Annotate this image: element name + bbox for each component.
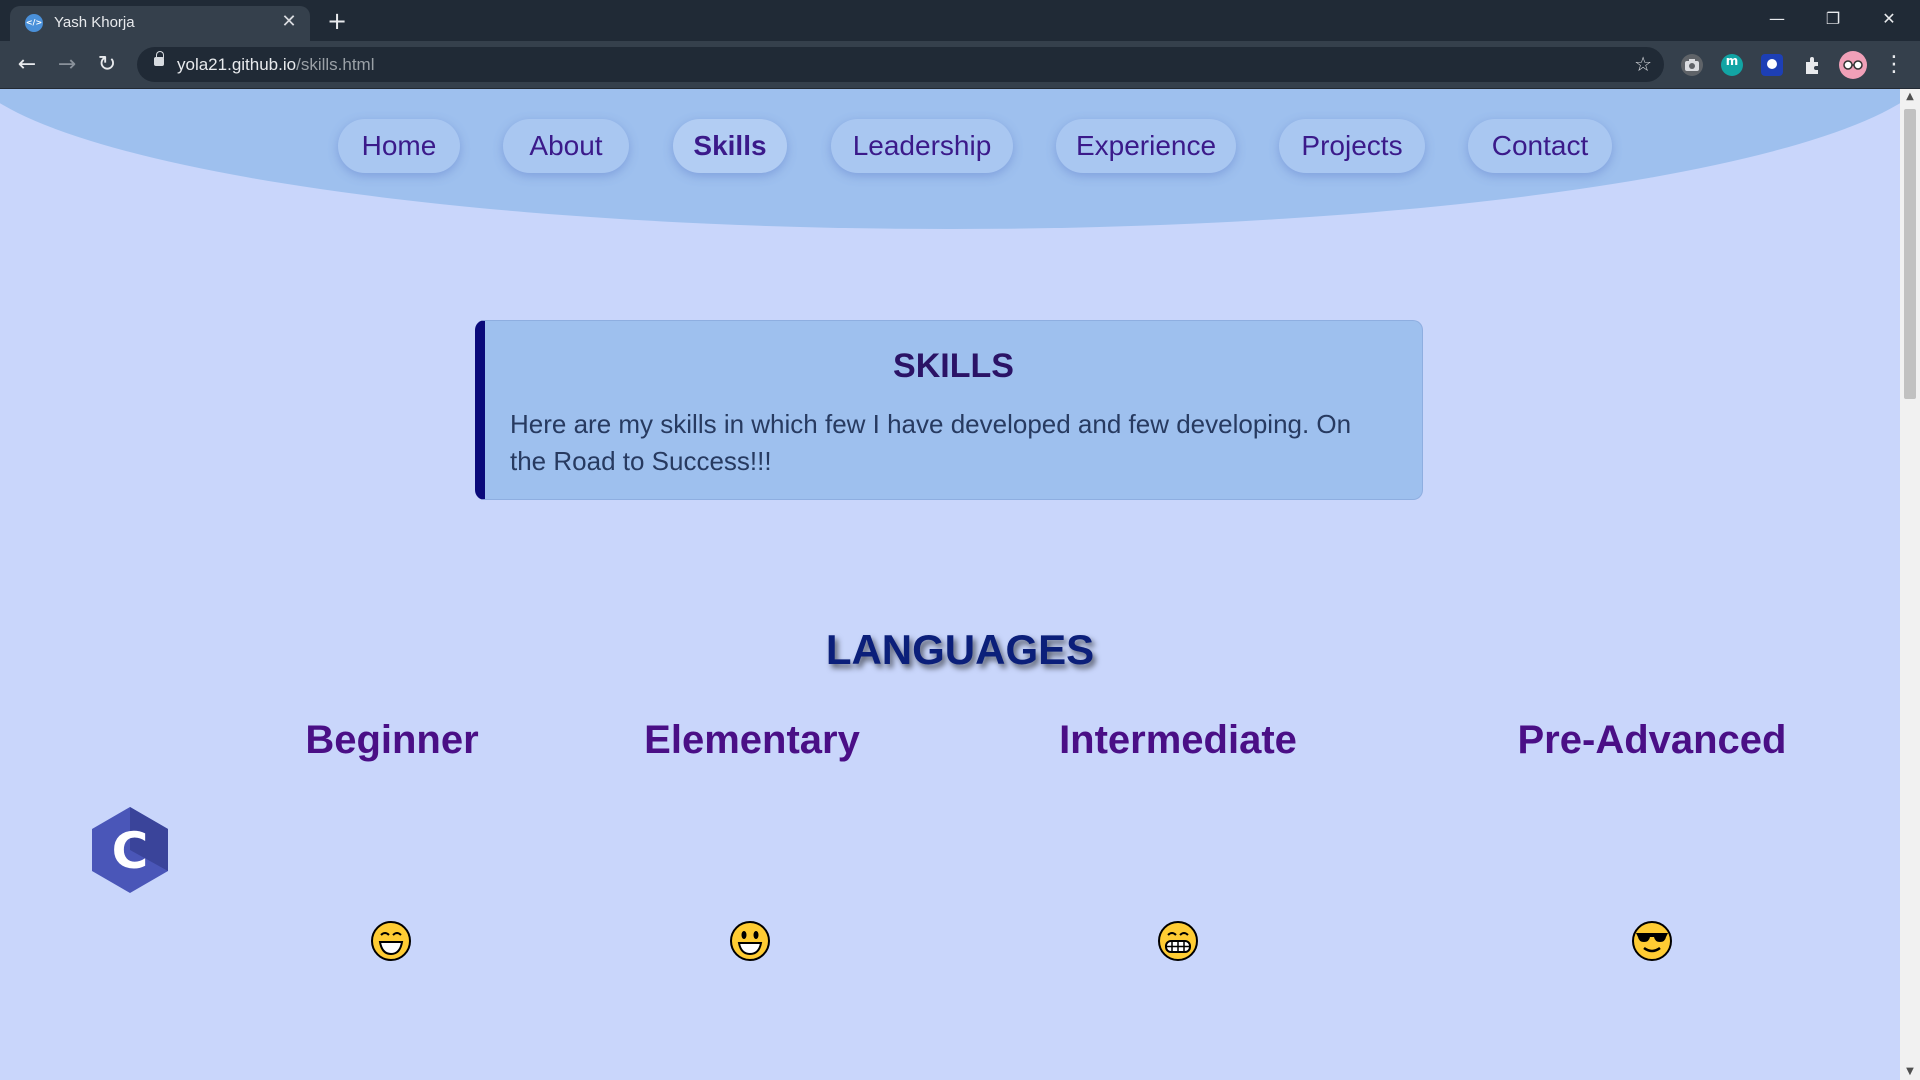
page-scrollbar[interactable]: ▲ ▼ [1900, 89, 1920, 1080]
nav-item-leadership[interactable]: Leadership [831, 119, 1013, 173]
puzzle-extensions-icon[interactable] [1801, 54, 1823, 76]
scroll-thumb[interactable] [1904, 109, 1916, 399]
url-host: yola21.github.io [177, 55, 297, 74]
nav-item-about[interactable]: About [503, 119, 629, 173]
c-logo-letter: C [112, 822, 149, 880]
level-pre-advanced: Pre-Advanced [1517, 718, 1787, 762]
grinning-squint-face-icon [371, 921, 411, 961]
sunglasses-face-icon [1632, 921, 1672, 961]
tab-title: Yash Khorja [54, 14, 135, 31]
browser-titlebar: </> Yash Khorja ✕ + — ❐ ✕ [0, 0, 1920, 41]
screen-extension-icon[interactable] [1761, 54, 1783, 76]
code-favicon-icon: </> [25, 14, 43, 32]
tab-close-icon[interactable]: ✕ [278, 11, 300, 33]
nav-item-contact[interactable]: Contact [1468, 119, 1612, 173]
scroll-up-arrow-icon[interactable]: ▲ [1900, 89, 1920, 105]
grinning-face-icon [730, 921, 770, 961]
minimize-button[interactable]: — [1750, 0, 1804, 38]
forward-button[interactable]: → [51, 49, 83, 81]
level-elementary: Elementary [644, 718, 860, 762]
window-close-button[interactable]: ✕ [1862, 0, 1916, 38]
grimacing-grin-face-icon [1158, 921, 1198, 961]
nav-item-skills[interactable]: Skills [673, 119, 787, 173]
page-viewport: Home About Skills Leadership Experience … [0, 89, 1900, 1080]
scroll-down-arrow-icon[interactable]: ▼ [1900, 1064, 1920, 1080]
browser-toolbar: ← → ↻ yola21.github.io/skills.html ☆ m ⋮ [0, 41, 1920, 89]
restore-button[interactable]: ❐ [1806, 0, 1860, 38]
site-nav: Home About Skills Leadership Experience … [0, 119, 1900, 175]
level-beginner: Beginner [305, 718, 479, 762]
profile-avatar-icon[interactable] [1839, 51, 1867, 79]
skills-intro-card: SKILLS Here are my skills in which few I… [475, 320, 1423, 500]
level-intermediate: Intermediate [1059, 718, 1297, 762]
c-language-logo: C [92, 807, 168, 893]
nav-item-projects[interactable]: Projects [1279, 119, 1425, 173]
camera-extension-icon[interactable] [1681, 54, 1703, 76]
bookmark-star-icon[interactable]: ☆ [1634, 52, 1652, 76]
languages-heading: LANGUAGES [825, 626, 1095, 673]
browser-tab[interactable]: </> Yash Khorja ✕ [10, 6, 310, 41]
m-extension-icon[interactable]: m [1721, 54, 1743, 76]
back-button[interactable]: ← [11, 49, 43, 81]
nav-item-home[interactable]: Home [338, 119, 460, 173]
url-text[interactable]: yola21.github.io/skills.html [177, 55, 375, 75]
skills-title: SKILLS [893, 347, 1014, 385]
url-path: /skills.html [296, 55, 375, 74]
new-tab-button[interactable]: + [325, 9, 349, 33]
skills-description: Here are my skills in which few I have d… [510, 409, 1352, 476]
address-bar[interactable]: yola21.github.io/skills.html ☆ [137, 47, 1664, 82]
browser-menu-icon[interactable]: ⋮ [1878, 49, 1910, 81]
lock-icon [154, 51, 164, 66]
nav-item-experience[interactable]: Experience [1056, 119, 1236, 173]
reload-button[interactable]: ↻ [91, 49, 123, 81]
